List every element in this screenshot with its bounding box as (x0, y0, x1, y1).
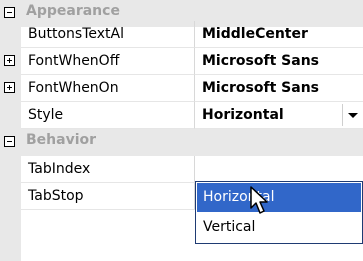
property-value[interactable]: Microsoft Sans (195, 48, 363, 75)
property-value-text: Horizontal (202, 107, 284, 123)
expand-icon[interactable] (4, 82, 15, 93)
chevron-down-icon (348, 113, 358, 118)
dropdown-button[interactable] (342, 104, 363, 126)
category-label: Behavior (26, 132, 97, 148)
property-value[interactable]: Microsoft Sans (195, 75, 363, 102)
property-row-buttonstextalign[interactable]: ButtonsTextAl MiddleCenter (0, 21, 363, 48)
property-name: TabIndex (21, 156, 195, 183)
dropdown-option-horizontal[interactable]: Horizontal (197, 183, 361, 212)
property-row-fontwhenon[interactable]: FontWhenOn Microsoft Sans (0, 75, 363, 102)
property-row-style[interactable]: Style Horizontal (0, 102, 363, 129)
arrow-cursor-icon (250, 186, 268, 214)
category-behavior[interactable]: Behavior (0, 129, 363, 156)
property-name: FontWhenOn (21, 75, 195, 102)
category-label: Appearance (26, 3, 120, 19)
style-dropdown-list[interactable]: Horizontal Vertical (195, 181, 363, 244)
property-value[interactable]: Horizontal (195, 102, 363, 129)
property-row-tabindex[interactable]: TabIndex (0, 156, 363, 183)
collapse-icon[interactable] (4, 136, 15, 147)
expand-icon[interactable] (4, 55, 15, 66)
property-name: TabStop (21, 183, 195, 210)
property-name: ButtonsTextAl (21, 21, 195, 48)
property-row-fontwhenoff[interactable]: FontWhenOff Microsoft Sans (0, 48, 363, 75)
property-value[interactable]: MiddleCenter (195, 21, 363, 48)
dropdown-option-vertical[interactable]: Vertical (197, 213, 361, 242)
property-value[interactable] (195, 156, 363, 183)
property-name: Style (21, 102, 195, 129)
property-name: FontWhenOff (21, 48, 195, 75)
collapse-icon[interactable] (4, 7, 15, 18)
